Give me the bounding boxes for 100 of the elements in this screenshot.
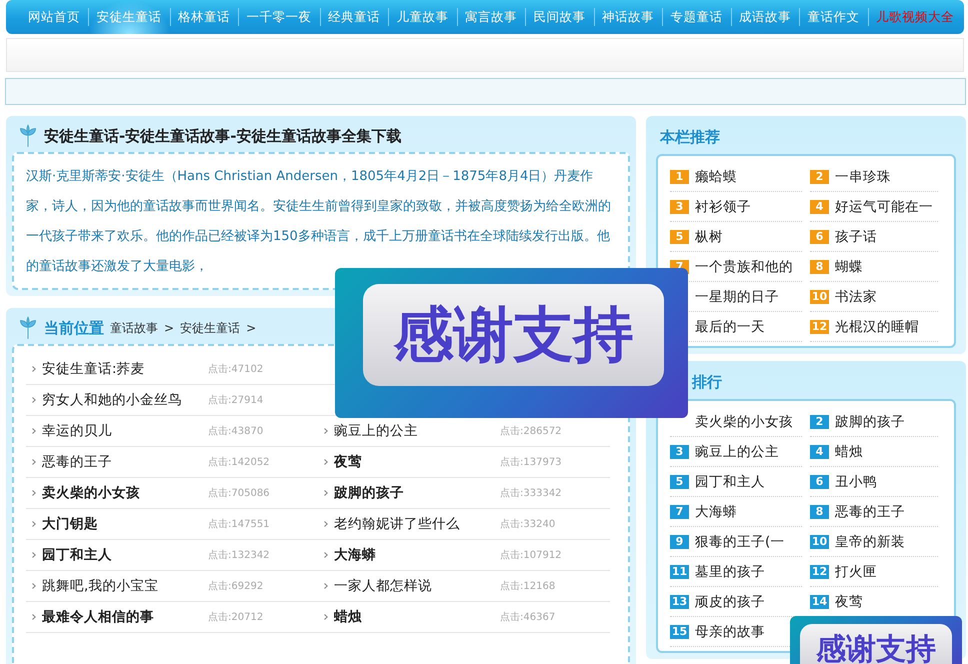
chevron-icon <box>32 583 36 589</box>
story-link[interactable]: 一串珍珠 <box>835 168 891 186</box>
hit-count: 点击:147551 <box>208 518 270 531</box>
rank-number: 10 <box>810 534 829 548</box>
story-link[interactable]: 衬衫领子 <box>695 198 751 216</box>
rank-number: 8 <box>810 504 829 518</box>
thanks-banner[interactable]: 感谢支持 <box>790 616 962 664</box>
hit-count: 点击:705086 <box>208 486 270 500</box>
chevron-icon <box>324 459 328 465</box>
rank-number: 7 <box>670 504 689 518</box>
thanks-text: 感谢支持 <box>800 624 952 664</box>
hit-count: 点击:43870 <box>208 424 264 438</box>
rank-number: 6 <box>810 474 829 488</box>
hit-count: 点击:142052 <box>208 456 270 469</box>
rank-number: 12 <box>810 564 829 578</box>
story-link[interactable]: 丑小鸭 <box>835 472 877 490</box>
rank-number: 12 <box>810 320 829 334</box>
story-link[interactable]: 恶毒的王子 <box>835 502 905 520</box>
story-link[interactable]: 狠毒的王子(一 <box>695 532 784 550</box>
story-link[interactable]: 最后的一天 <box>695 318 765 336</box>
hit-count: 点击:27914 <box>208 394 264 407</box>
location-label: 当前位置 <box>44 318 104 338</box>
rank-number: 4 <box>810 200 829 214</box>
intro-title: 安徒生童话-安徒生童话故事-安徒生童话故事全集下载 <box>44 126 402 146</box>
rank-number: 2 <box>810 170 829 184</box>
hit-count: 点击:46367 <box>500 610 556 624</box>
story-link[interactable]: 幸运的贝儿 <box>42 422 208 440</box>
hit-count: 点击:137973 <box>500 456 562 469</box>
hit-count: 点击:286572 <box>500 424 562 438</box>
story-link[interactable]: 书法家 <box>835 288 877 306</box>
story-link[interactable]: 顽皮的孩子 <box>695 592 765 610</box>
story-link[interactable]: 卖火柴的小女孩 <box>42 484 208 502</box>
rank-number: 14 <box>810 594 829 608</box>
chevron-icon <box>32 552 36 558</box>
chevron-icon <box>324 614 328 620</box>
chevron-icon <box>324 521 328 527</box>
story-link[interactable]: 母亲的故事 <box>695 622 765 640</box>
sprout-icon <box>18 124 38 148</box>
rank-number: 1 <box>670 170 689 184</box>
story-link[interactable]: 一家人都怎样说 <box>334 577 500 595</box>
hit-count: 点击:132342 <box>208 548 270 562</box>
hit-count: 点击:69292 <box>208 580 264 593</box>
story-link[interactable]: 穷女人和她的小金丝鸟 <box>42 391 208 409</box>
breadcrumb-link[interactable]: 童话故事 <box>110 320 158 336</box>
story-link[interactable]: 打火匣 <box>835 562 877 580</box>
story-link[interactable]: 跛脚的孩子 <box>835 412 905 430</box>
story-link[interactable]: 跳舞吧,我的小宝宝 <box>42 577 208 595</box>
thanks-text: 感谢支持 <box>363 284 664 386</box>
story-link[interactable]: 枞树 <box>695 228 723 246</box>
story-link[interactable]: 夜莺 <box>334 453 500 471</box>
thanks-banner[interactable]: 感谢支持 <box>335 268 688 418</box>
story-link[interactable]: 墓里的孩子 <box>695 562 765 580</box>
story-link[interactable]: 夜莺 <box>835 592 863 610</box>
breadcrumb-link[interactable]: 安徒生童话 <box>180 320 240 336</box>
story-link[interactable]: 园丁和主人 <box>42 546 208 564</box>
story-link[interactable]: 跛脚的孩子 <box>334 484 500 502</box>
story-link[interactable]: 最难令人相信的事 <box>42 608 208 626</box>
panel-title: 本栏推荐 <box>660 128 720 146</box>
rank-number: 5 <box>670 230 689 244</box>
hit-count: 点击:333342 <box>500 486 562 500</box>
story-link[interactable]: 皇帝的新装 <box>835 532 905 550</box>
story-link[interactable]: 蝴蝶 <box>835 258 863 276</box>
rank-number: 9 <box>670 534 689 548</box>
story-link[interactable]: 孩子话 <box>835 228 877 246</box>
story-link[interactable]: 癞蛤蟆 <box>695 168 737 186</box>
story-link[interactable]: 老约翰妮讲了些什么 <box>334 515 500 533</box>
story-link[interactable]: 大海蟒 <box>334 546 500 564</box>
chevron-icon <box>324 490 328 496</box>
hit-count: 点击:107912 <box>500 548 562 562</box>
panel-title: 排行 <box>692 372 722 392</box>
story-link[interactable]: 大门钥匙 <box>42 515 208 533</box>
story-link[interactable]: 豌豆上的公主 <box>695 442 779 460</box>
story-link[interactable]: 安徒生童话:荞麦 <box>42 360 208 378</box>
rank-number: 11 <box>670 564 689 578</box>
story-link[interactable]: 蜡烛 <box>835 442 863 460</box>
story-link[interactable]: 豌豆上的公主 <box>334 422 500 440</box>
hit-count: 点击:12168 <box>500 580 556 593</box>
story-link[interactable]: 蜡烛 <box>334 608 500 626</box>
rank-number: 3 <box>670 200 689 214</box>
chevron-icon <box>324 552 328 558</box>
rank-number: 8 <box>810 260 829 274</box>
hit-count: 点击:20712 <box>208 610 264 624</box>
rank-number: 3 <box>670 444 689 458</box>
hit-count: 点击:47102 <box>208 362 264 376</box>
rank-number: 10 <box>810 290 829 304</box>
story-link[interactable]: 一个贵族和他的 <box>695 258 793 276</box>
chevron-icon <box>32 366 36 372</box>
story-link[interactable]: 一星期的日子 <box>695 288 779 306</box>
story-link[interactable]: 大海蟒 <box>695 502 737 520</box>
rank-number: 13 <box>670 594 689 608</box>
chevron-icon <box>32 428 36 434</box>
chevron-icon <box>32 459 36 465</box>
story-link[interactable]: 卖火柴的小女孩 <box>695 412 793 430</box>
story-link[interactable]: 园丁和主人 <box>695 472 765 490</box>
story-link[interactable]: 光棍汉的睡帽 <box>835 318 919 336</box>
rank-number: 6 <box>810 230 829 244</box>
story-link[interactable]: 恶毒的王子 <box>42 453 208 471</box>
rank-number: 2 <box>810 414 829 428</box>
chevron-icon <box>32 614 36 620</box>
story-link[interactable]: 好运气可能在一 <box>835 198 933 216</box>
